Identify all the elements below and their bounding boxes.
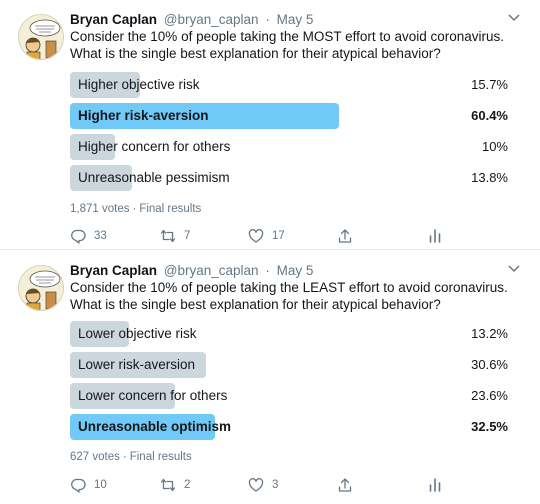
analytics-button[interactable] [427, 226, 443, 246]
retweet-icon [160, 229, 176, 243]
author-name[interactable]: Bryan Caplan [70, 12, 157, 27]
poll-meta: 627 votes · Final results [70, 451, 192, 463]
poll-option-label: Unreasonable optimism [78, 419, 232, 434]
poll-option: Lower risk-aversion 30.6% [70, 352, 516, 378]
like-count: 17 [272, 230, 285, 242]
avatar[interactable] [18, 265, 64, 311]
poll-meta: 1,871 votes · Final results [70, 203, 201, 215]
analytics-button[interactable] [427, 475, 443, 495]
tweet-date[interactable]: May 5 [277, 12, 314, 27]
like-button[interactable]: 17 [248, 226, 285, 246]
poll-option: Higher risk-aversion 60.4% [70, 103, 516, 129]
poll-option-label: Lower risk-aversion [78, 357, 196, 372]
poll-option: Unreasonable optimism 32.5% [70, 414, 516, 440]
tweet-text-line: Consider the 10% of people taking the LE… [70, 280, 508, 295]
vote-count: 627 votes [70, 451, 120, 463]
tweet-text-line: What is the single best explanation for … [70, 297, 441, 312]
poll-option-label: Higher risk-aversion [78, 108, 209, 123]
retweet-icon [160, 478, 176, 492]
reply-button[interactable]: 33 [70, 226, 107, 246]
heart-icon [248, 229, 264, 243]
poll-option-label: Lower concern for others [78, 388, 228, 403]
poll-status: Final results [129, 451, 192, 463]
poll-option-label: Unreasonable pessimism [78, 170, 230, 185]
retweet-button[interactable]: 2 [160, 475, 190, 495]
analytics-icon [429, 478, 441, 492]
separator-dot: · [122, 451, 127, 463]
poll-option-label: Higher objective risk [78, 77, 200, 92]
author-handle[interactable]: @bryan_caplan [164, 12, 259, 27]
reply-icon [71, 478, 86, 493]
poll-option-percent: 32.5% [471, 419, 508, 434]
separator-dot: · [265, 263, 270, 278]
retweet-count: 2 [184, 479, 191, 491]
chevron-down-icon [508, 265, 520, 273]
vote-count: 1,871 votes [70, 203, 130, 215]
poll-option-percent: 23.6% [471, 388, 508, 403]
analytics-icon [429, 229, 441, 243]
poll-option-percent: 15.7% [471, 77, 508, 92]
cartoon-avatar-icon [19, 266, 63, 310]
share-button[interactable] [337, 475, 353, 495]
tweet-actions: 10 2 3 [70, 475, 510, 495]
separator-dot: · [132, 203, 137, 215]
poll-status: Final results [139, 203, 202, 215]
poll-option: Higher concern for others 10% [70, 134, 516, 160]
retweet-count: 7 [184, 230, 191, 242]
reply-button[interactable]: 10 [70, 475, 107, 495]
share-icon [338, 229, 352, 243]
retweet-button[interactable]: 7 [160, 226, 190, 246]
like-button[interactable]: 3 [248, 475, 278, 495]
tweet-actions: 33 7 17 [70, 226, 510, 246]
poll-option-percent: 10% [481, 139, 508, 154]
tweet[interactable]: Bryan Caplan @bryan_caplan · May 5 Consi… [0, 0, 540, 250]
tweet-header: Bryan Caplan @bryan_caplan · May 5 [70, 262, 313, 279]
poll-option: Lower concern for others 23.6% [70, 383, 516, 409]
heart-icon [248, 478, 264, 492]
more-options-button[interactable] [508, 13, 520, 23]
poll-option-percent: 60.4% [471, 108, 508, 123]
cartoon-avatar-icon [19, 15, 63, 59]
tweet[interactable]: Bryan Caplan @bryan_caplan · May 5 Consi… [0, 251, 540, 504]
author-name[interactable]: Bryan Caplan [70, 263, 157, 278]
poll-option-percent: 13.8% [471, 170, 508, 185]
tweet-header: Bryan Caplan @bryan_caplan · May 5 [70, 11, 313, 28]
tweet-date[interactable]: May 5 [277, 263, 314, 278]
poll-option-label: Higher concern for others [78, 139, 231, 154]
more-options-button[interactable] [508, 264, 520, 274]
poll-option: Higher objective risk 15.7% [70, 72, 516, 98]
tweet-text-line: Consider the 10% of people taking the MO… [70, 29, 504, 44]
reply-count: 33 [94, 230, 107, 242]
share-icon [338, 478, 352, 492]
poll-option: Lower objective risk 13.2% [70, 321, 516, 347]
poll-option: Unreasonable pessimism 13.8% [70, 165, 516, 191]
share-button[interactable] [337, 226, 353, 246]
reply-icon [71, 229, 86, 244]
tweet-text-line: What is the single best explanation for … [70, 46, 441, 61]
tweet-text: Consider the 10% of people taking the MO… [70, 28, 520, 62]
avatar[interactable] [18, 14, 64, 60]
poll-option-percent: 30.6% [471, 357, 508, 372]
chevron-down-icon [508, 14, 520, 22]
poll-option-label: Lower objective risk [78, 326, 197, 341]
separator-dot: · [265, 12, 270, 27]
like-count: 3 [272, 479, 279, 491]
author-handle[interactable]: @bryan_caplan [164, 263, 259, 278]
tweet-text: Consider the 10% of people taking the LE… [70, 279, 520, 313]
poll-option-percent: 13.2% [471, 326, 508, 341]
reply-count: 10 [94, 479, 107, 491]
